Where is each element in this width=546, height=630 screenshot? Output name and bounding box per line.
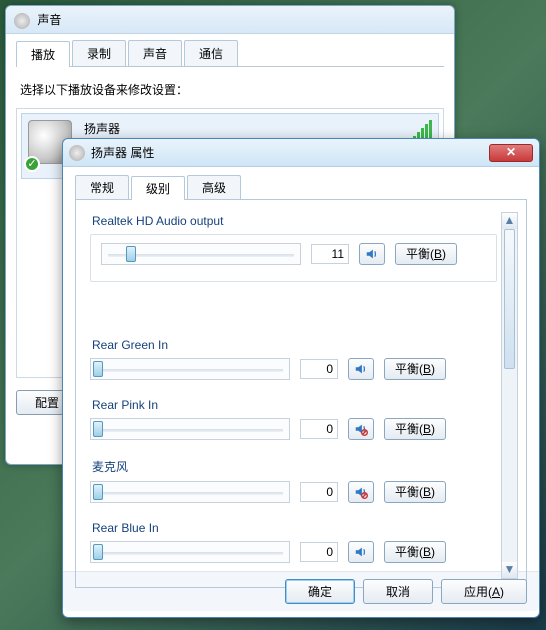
tab-general[interactable]: 常规 — [75, 175, 129, 199]
mute-button[interactable] — [348, 358, 374, 380]
level-row: 11 平衡(B) — [101, 243, 486, 265]
tab-playback[interactable]: 播放 — [16, 41, 70, 67]
properties-tabstrip: 常规 级别 高级 — [75, 175, 527, 199]
balance-button[interactable]: 平衡(B) — [395, 243, 457, 265]
volume-value: 11 — [311, 244, 349, 264]
speaker-small-icon — [69, 145, 85, 161]
properties-body: 常规 级别 高级 Realtek HD Audio output 11 平衡(B) R… — [63, 167, 539, 571]
close-button[interactable]: ✕ — [489, 144, 533, 162]
volume-value: 0 — [300, 419, 338, 439]
level-label: Realtek HD Audio output — [92, 214, 497, 228]
cancel-button[interactable]: 取消 — [363, 579, 433, 604]
tab-communications[interactable]: 通信 — [184, 40, 238, 66]
speaker-properties-window: 扬声器 属性 ✕ 常规 级别 高级 Realtek HD Audio outpu… — [62, 138, 540, 618]
balance-button[interactable]: 平衡(B) — [384, 481, 446, 503]
scroll-track[interactable] — [502, 229, 517, 562]
scroll-thumb[interactable] — [504, 229, 515, 369]
device-name: 扬声器 — [84, 120, 253, 137]
level-row: 0 平衡(B) — [90, 541, 497, 563]
balance-button[interactable]: 平衡(B) — [384, 541, 446, 563]
tab-levels[interactable]: 级别 — [131, 176, 185, 200]
level-label: 麦克风 — [92, 458, 497, 475]
level-row: 0 平衡(B) — [90, 358, 497, 380]
properties-titlebar[interactable]: 扬声器 属性 ✕ — [63, 139, 539, 167]
scroll-down-icon[interactable]: ▼ — [502, 562, 517, 578]
mute-button[interactable] — [348, 418, 374, 440]
ok-button[interactable]: 确定 — [285, 579, 355, 604]
balance-button[interactable]: 平衡(B) — [384, 418, 446, 440]
vertical-scrollbar[interactable]: ▲ ▼ — [501, 212, 518, 579]
level-row: 0 平衡(B) — [90, 481, 497, 503]
level-row: 0 平衡(B) — [90, 418, 497, 440]
apply-label: 应用(A) — [464, 585, 504, 599]
apply-button[interactable]: 应用(A) — [441, 579, 527, 604]
volume-slider[interactable] — [90, 541, 290, 563]
volume-value: 0 — [300, 482, 338, 502]
mute-button[interactable] — [359, 243, 385, 265]
sound-window-titlebar[interactable]: 声音 — [6, 6, 454, 34]
levels-container: Realtek HD Audio output 11 平衡(B) Rear Green… — [90, 212, 497, 579]
tab-recording[interactable]: 录制 — [72, 40, 126, 66]
level-group-frame: 11 平衡(B) — [90, 234, 497, 282]
balance-button[interactable]: 平衡(B) — [384, 358, 446, 380]
speaker-app-icon — [14, 13, 30, 29]
sound-window-title: 声音 — [37, 13, 61, 27]
volume-value: 0 — [300, 542, 338, 562]
tab-sounds[interactable]: 声音 — [128, 40, 182, 66]
default-check-icon: ✓ — [24, 156, 40, 172]
volume-slider[interactable] — [90, 418, 290, 440]
volume-slider[interactable] — [101, 243, 301, 265]
volume-slider[interactable] — [90, 481, 290, 503]
level-label: Rear Green In — [92, 338, 497, 352]
properties-title: 扬声器 属性 — [91, 144, 489, 161]
levels-page: Realtek HD Audio output 11 平衡(B) Rear Green… — [75, 199, 527, 588]
volume-slider[interactable] — [90, 358, 290, 380]
sound-tabstrip: 播放 录制 声音 通信 — [16, 40, 444, 67]
mute-button[interactable] — [348, 481, 374, 503]
mute-button[interactable] — [348, 541, 374, 563]
tab-advanced[interactable]: 高级 — [187, 175, 241, 199]
volume-value: 0 — [300, 359, 338, 379]
level-label: Rear Pink In — [92, 398, 497, 412]
scroll-up-icon[interactable]: ▲ — [502, 213, 517, 229]
instruction-text: 选择以下播放设备来修改设置： — [20, 81, 440, 98]
level-label: Rear Blue In — [92, 521, 497, 535]
